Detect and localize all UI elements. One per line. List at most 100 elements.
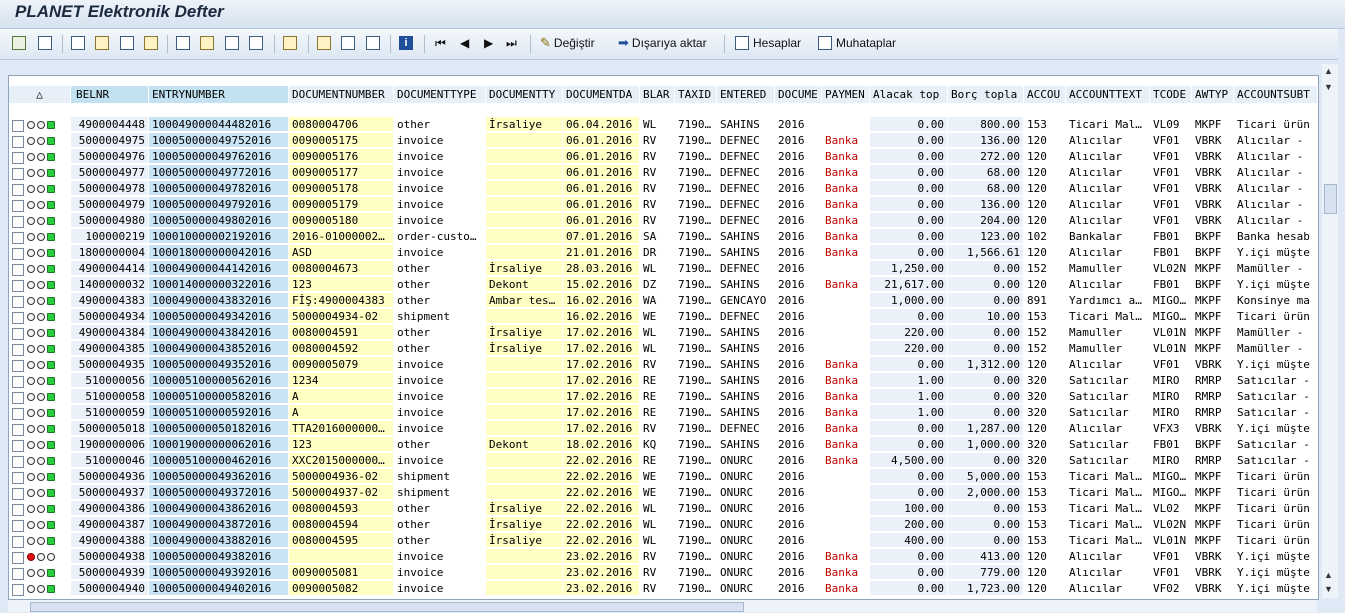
first-page-icon[interactable]: ⏮ — [435, 34, 446, 52]
cell-tcode[interactable]: VF01 — [1150, 213, 1192, 228]
cell-accou[interactable]: 320 — [1024, 453, 1066, 468]
cell-docume[interactable]: 2016 — [775, 517, 822, 532]
row-checkbox[interactable] — [12, 184, 24, 196]
cell-alacak-top[interactable]: 1.00 — [870, 389, 948, 404]
cell-documentda[interactable]: 17.02.2016 — [563, 389, 640, 404]
cell-documentty[interactable] — [486, 149, 563, 164]
export-file-icon[interactable] — [283, 34, 297, 52]
cell-accounttext[interactable]: Mamuller — [1066, 325, 1150, 340]
cell-entered[interactable]: ONURC — [717, 549, 775, 564]
cell-tcode[interactable]: FB01 — [1150, 229, 1192, 244]
cell-accou[interactable]: 102 — [1024, 229, 1066, 244]
vertical-scrollbar[interactable]: ▲ ▼ ▲ ▼ — [1322, 64, 1338, 598]
cell-accounttext[interactable]: Mamuller — [1066, 341, 1150, 356]
cell-entered[interactable]: ONURC — [717, 533, 775, 548]
cell-borç-topla[interactable]: 0.00 — [948, 325, 1024, 340]
cell-accou[interactable]: 153 — [1024, 469, 1066, 484]
cell-accounttext[interactable]: Alıcılar — [1066, 133, 1150, 148]
cell-docume[interactable]: 2016 — [775, 421, 822, 436]
cell-entrynumber[interactable]: 100050000049772016 — [149, 165, 289, 180]
cell-docume[interactable]: 2016 — [775, 325, 822, 340]
cell-belnr[interactable]: 5000004935 — [71, 357, 149, 372]
cell-tcode[interactable]: FB01 — [1150, 437, 1192, 452]
cell-taxid[interactable]: 7190… — [675, 533, 717, 548]
row-checkbox[interactable] — [12, 216, 24, 228]
cell-belnr[interactable]: 5000004937 — [71, 485, 149, 500]
cell-accounttext[interactable]: Alıcılar — [1066, 421, 1150, 436]
cell-entrynumber[interactable]: 100019000000062016 — [149, 437, 289, 452]
cell-belnr[interactable]: 5000004936 — [71, 469, 149, 484]
table-row[interactable]: 5000004935 100050000049352016 0090005079 in… — [9, 357, 1318, 373]
cell-blar[interactable]: RV — [640, 549, 675, 564]
cell-documentda[interactable]: 17.02.2016 — [563, 373, 640, 388]
cell-paymen[interactable] — [822, 293, 870, 308]
cell-awtyp[interactable]: VBRK — [1192, 149, 1234, 164]
filter-icon[interactable] — [120, 34, 134, 52]
row-checkbox[interactable] — [12, 456, 24, 468]
cell-accountsubt[interactable]: Y.içi müşte — [1234, 581, 1318, 596]
table-row[interactable]: 4900004388 100049000043882016 0080004595 ot… — [9, 533, 1318, 549]
cell-documentnumber[interactable]: 123 — [289, 437, 394, 452]
cell-documentnumber[interactable]: 0090005079 — [289, 357, 394, 372]
cell-blar[interactable]: DR — [640, 245, 675, 260]
info-icon[interactable]: i — [399, 34, 413, 52]
cell-entered[interactable]: SAHINS — [717, 325, 775, 340]
cell-documentnumber[interactable]: 0090005180 — [289, 213, 394, 228]
cell-docume[interactable]: 2016 — [775, 389, 822, 404]
cell-accountsubt[interactable]: Y.içi müşte — [1234, 549, 1318, 564]
row-checkbox[interactable] — [12, 424, 24, 436]
cell-paymen[interactable]: Banka — [822, 389, 870, 404]
cell-paymen[interactable]: Banka — [822, 453, 870, 468]
cell-documentda[interactable]: 22.02.2016 — [563, 517, 640, 532]
table-row[interactable]: 4900004387 100049000043872016 0080004594 ot… — [9, 517, 1318, 533]
cell-entrynumber[interactable]: 100050000049402016 — [149, 581, 289, 596]
cell-entered[interactable]: ONURC — [717, 453, 775, 468]
cell-tcode[interactable]: VL01N — [1150, 325, 1192, 340]
cell-alacak-top[interactable]: 0.00 — [870, 549, 948, 564]
cell-documentda[interactable]: 17.02.2016 — [563, 341, 640, 356]
cell-docume[interactable]: 2016 — [775, 165, 822, 180]
cell-borç-topla[interactable]: 0.00 — [948, 261, 1024, 276]
change-button[interactable]: ✎ Değiştir — [540, 34, 595, 52]
cell-documentnumber[interactable]: 0090005175 — [289, 133, 394, 148]
cell-alacak-top[interactable]: 1.00 — [870, 373, 948, 388]
next-page-icon[interactable]: ▶ — [484, 34, 493, 52]
cell-awtyp[interactable]: RMRP — [1192, 453, 1234, 468]
scroll-up-icon[interactable]: ▲ — [1324, 66, 1333, 76]
cell-tcode[interactable]: MIRO — [1150, 389, 1192, 404]
cell-alacak-top[interactable]: 0.00 — [870, 469, 948, 484]
cell-docume[interactable]: 2016 — [775, 341, 822, 356]
cell-blar[interactable]: WL — [640, 325, 675, 340]
cell-accountsubt[interactable]: Y.içi müşte — [1234, 245, 1318, 260]
cell-alacak-top[interactable]: 0.00 — [870, 133, 948, 148]
cell-alacak-top[interactable]: 0.00 — [870, 421, 948, 436]
cell-taxid[interactable]: 7190… — [675, 213, 717, 228]
cell-accou[interactable]: 120 — [1024, 421, 1066, 436]
cell-belnr[interactable]: 4900004386 — [71, 501, 149, 516]
cell-entered[interactable]: SAHINS — [717, 245, 775, 260]
cell-accounttext[interactable]: Ticari Mal… — [1066, 517, 1150, 532]
cell-documenttype[interactable]: invoice — [394, 549, 486, 564]
row-checkbox[interactable] — [12, 408, 24, 420]
cell-belnr[interactable]: 5000004979 — [71, 197, 149, 212]
cell-documentda[interactable]: 06.01.2016 — [563, 181, 640, 196]
cell-accounttext[interactable]: Mamuller — [1066, 261, 1150, 276]
row-checkbox[interactable] — [12, 472, 24, 484]
cell-documentda[interactable]: 06.04.2016 — [563, 117, 640, 132]
cell-entrynumber[interactable]: 100049000044482016 — [149, 117, 289, 132]
cell-accou[interactable]: 120 — [1024, 197, 1066, 212]
cell-awtyp[interactable]: VBRK — [1192, 565, 1234, 580]
cell-entrynumber[interactable]: 100050000049762016 — [149, 149, 289, 164]
cell-entered[interactable]: DEFNEC — [717, 197, 775, 212]
cell-accountsubt[interactable]: Satıcılar - — [1234, 437, 1318, 452]
cell-belnr[interactable]: 1400000032 — [71, 277, 149, 292]
cell-paymen[interactable]: Banka — [822, 229, 870, 244]
cell-blar[interactable]: WE — [640, 485, 675, 500]
cell-accounttext[interactable]: Ticari Mal… — [1066, 469, 1150, 484]
cell-accounttext[interactable]: Alıcılar — [1066, 181, 1150, 196]
cell-accounttext[interactable]: Alıcılar — [1066, 197, 1150, 212]
cell-documentty[interactable] — [486, 133, 563, 148]
column-header[interactable]: TAXID — [675, 86, 717, 103]
cell-documentda[interactable]: 06.01.2016 — [563, 197, 640, 212]
cell-documenttype[interactable]: other — [394, 277, 486, 292]
